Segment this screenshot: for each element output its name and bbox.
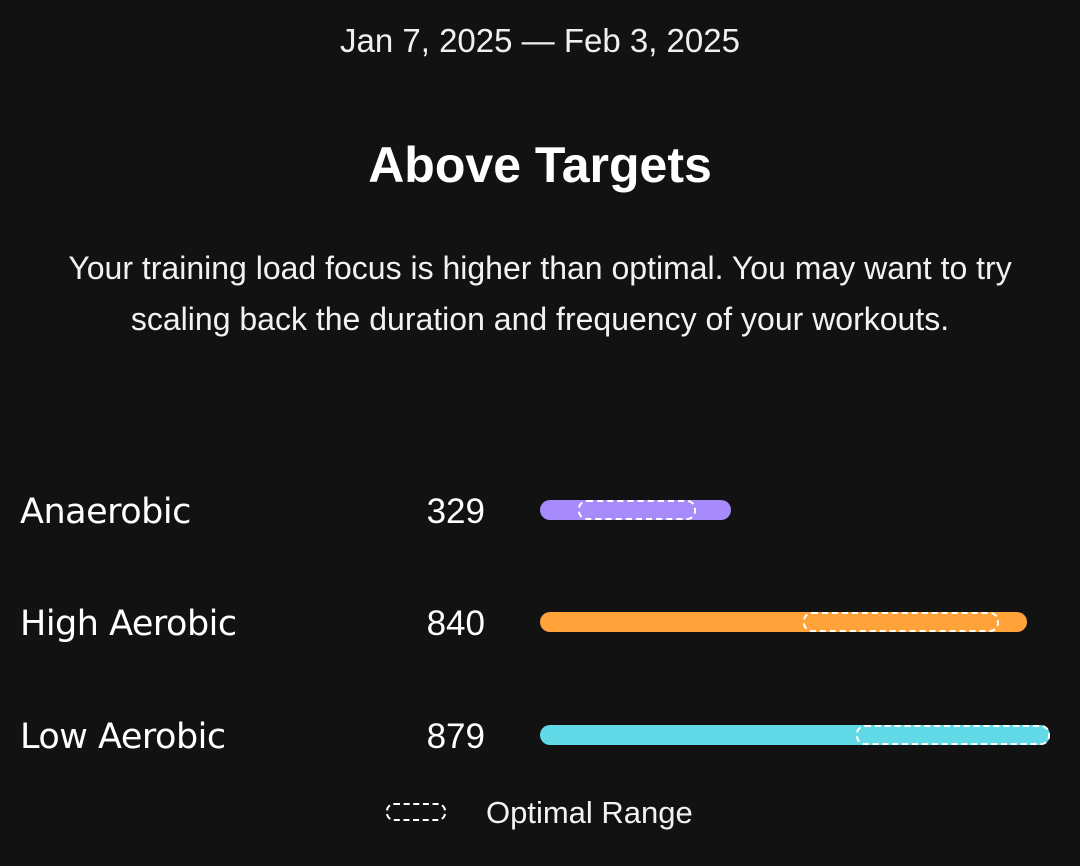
status-title: Above Targets bbox=[368, 137, 712, 193]
load-row-high-aerobic: High Aerobic 840 bbox=[0, 592, 1080, 652]
load-label: Anaerobic bbox=[20, 492, 191, 532]
optimal-range-swatch-icon bbox=[386, 803, 446, 821]
status-description: Your training load focus is higher than … bbox=[68, 250, 1012, 337]
load-bar bbox=[540, 500, 731, 520]
load-value: 840 bbox=[426, 604, 485, 643]
load-bar bbox=[540, 612, 1027, 632]
legend: Optimal Range bbox=[0, 795, 1080, 835]
load-value: 329 bbox=[426, 492, 485, 531]
optimal-range-marker bbox=[578, 500, 696, 520]
optimal-range-marker bbox=[856, 725, 1050, 745]
load-value: 879 bbox=[426, 717, 485, 756]
optimal-range-marker bbox=[803, 612, 999, 632]
date-range: Jan 7, 2025 — Feb 3, 2025 bbox=[340, 22, 740, 59]
load-label: High Aerobic bbox=[20, 604, 237, 644]
load-label: Low Aerobic bbox=[20, 717, 226, 757]
load-bar bbox=[540, 725, 1050, 745]
load-row-low-aerobic: Low Aerobic 879 bbox=[0, 705, 1080, 765]
legend-label: Optimal Range bbox=[486, 795, 693, 830]
load-row-anaerobic: Anaerobic 329 bbox=[0, 480, 1080, 540]
